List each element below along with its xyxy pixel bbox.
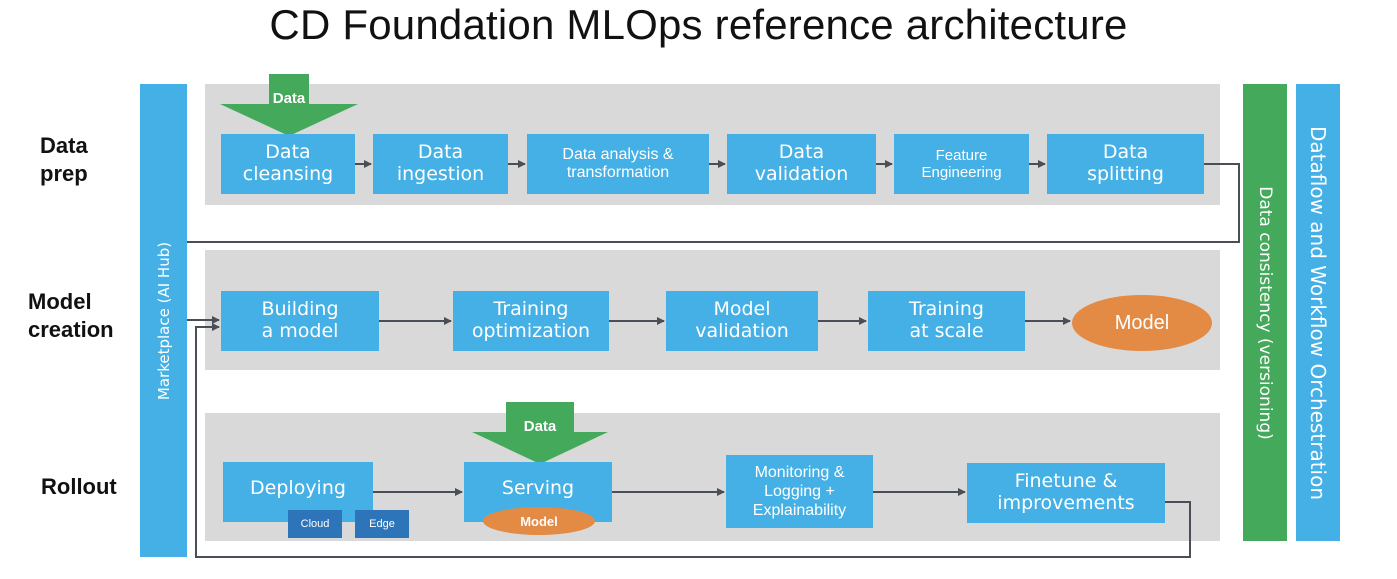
orchestration-label: Dataflow and Workflow Orchestration [1306,125,1330,500]
model-output-ellipse: Model [1072,295,1212,351]
data-input-arrow-rollout: Data [472,402,608,464]
data-consistency-bar: Data consistency (versioning) [1243,84,1287,541]
step-data-analysis-transformation: Data analysis & transformation [527,134,709,194]
step-training-at-scale: Training at scale [868,291,1025,351]
data-input-label: Data [523,418,557,435]
data-consistency-label: Data consistency (versioning) [1255,185,1275,440]
serving-model-ellipse: Model [483,507,595,535]
step-building-model: Building a model [221,291,379,351]
step-monitoring-logging-explainability: Monitoring & Logging + Explainability [726,455,873,528]
marketplace-bar: Marketplace (AI Hub) [140,84,187,557]
data-input-arrow-prep: Data [220,74,358,136]
orchestration-bar: Dataflow and Workflow Orchestration [1296,84,1340,541]
marketplace-label: Marketplace (AI Hub) [154,241,173,400]
target-cloud: Cloud [288,510,342,538]
step-data-cleansing: Data cleansing [221,134,355,194]
step-data-splitting: Data splitting [1047,134,1204,194]
step-model-validation: Model validation [666,291,818,351]
step-finetune-improvements: Finetune & improvements [967,463,1165,523]
step-feature-engineering: Feature Engineering [894,134,1029,194]
diagram-title: CD Foundation MLOps reference architectu… [269,1,1128,48]
data-input-label: Data [272,90,306,107]
row-label-data-prep: Data prep [40,133,88,186]
step-data-ingestion: Data ingestion [373,134,508,194]
row-label-model-creation: Model creation [28,289,114,342]
step-training-optimization: Training optimization [453,291,609,351]
target-edge: Edge [355,510,409,538]
row-label-rollout: Rollout [41,474,117,499]
step-data-validation: Data validation [727,134,876,194]
